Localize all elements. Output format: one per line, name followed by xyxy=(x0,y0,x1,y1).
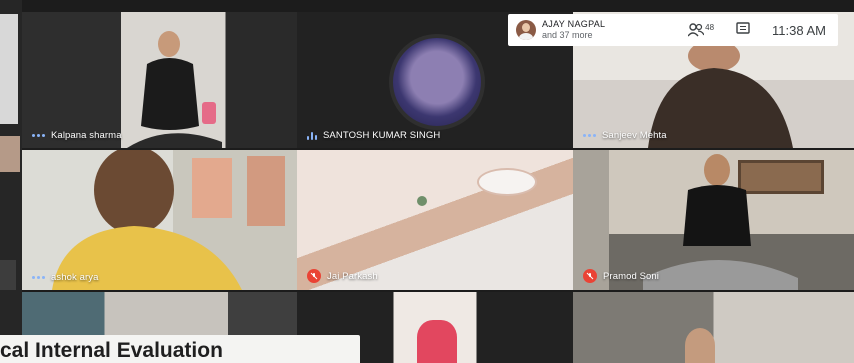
participant-name: Sanjeev Mehta xyxy=(602,130,667,141)
participant-tile-kalpana[interactable]: Kalpana sharma xyxy=(22,12,297,148)
participant-name: Kalpana sharma xyxy=(51,130,122,141)
meeting-top-bar: AJAY NAGPAL and 37 more 48 11:38 AM xyxy=(508,14,838,46)
mic-off-icon xyxy=(583,269,597,283)
chat-icon xyxy=(736,21,750,34)
participant-tile-pramod[interactable]: Pramod Soni xyxy=(573,150,854,290)
participant-name: ashok arya xyxy=(51,272,99,283)
caption-text: cal Internal Evaluation xyxy=(0,339,223,362)
speaking-indicator-icon xyxy=(32,134,45,137)
slide-caption: cal Internal Evaluation xyxy=(0,335,360,363)
speaking-indicator-icon xyxy=(32,276,45,279)
participant-name: Pramod Soni xyxy=(603,270,660,282)
left-edge-strip xyxy=(0,0,22,363)
participant-tile-row3-c[interactable] xyxy=(573,292,854,363)
person-figure xyxy=(127,31,222,148)
participant-tile-ashok[interactable]: ashok arya xyxy=(22,150,297,290)
person-figure xyxy=(52,150,242,290)
participant-tile-jai[interactable]: Jai Parkash xyxy=(297,150,573,290)
chat-button[interactable] xyxy=(736,21,750,39)
mic-off-icon xyxy=(307,269,321,283)
host-name: AJAY NAGPAL xyxy=(542,19,606,29)
avatar-image xyxy=(389,34,485,130)
meeting-time: 11:38 AM xyxy=(772,22,826,38)
people-icon xyxy=(688,23,705,37)
speaking-indicator-icon xyxy=(583,134,596,137)
others-count: and 37 more xyxy=(542,30,593,40)
participant-count: 48 xyxy=(705,23,715,32)
audio-level-icon xyxy=(307,131,317,140)
participant-name: Jai Parkash xyxy=(327,270,378,282)
participants-button[interactable]: 48 xyxy=(688,23,714,37)
participant-name: SANTOSH KUMAR SINGH xyxy=(323,130,441,141)
person-figure xyxy=(643,154,798,290)
avatar xyxy=(516,20,536,40)
